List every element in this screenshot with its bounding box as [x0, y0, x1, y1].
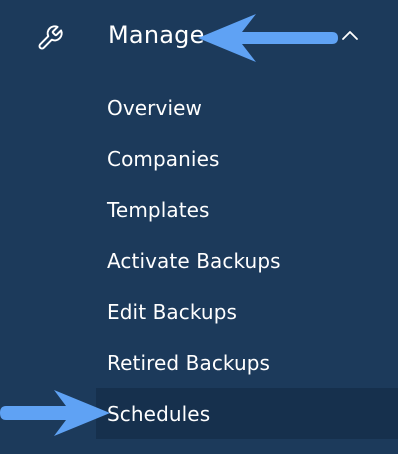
menu-item-activate-backups[interactable]: Activate Backups [0, 235, 398, 286]
menu-item-schedules[interactable]: Schedules [96, 388, 398, 439]
menu-item-retired-backups[interactable]: Retired Backups [0, 337, 398, 388]
menu-item-companies[interactable]: Companies [0, 133, 398, 184]
manage-submenu: Overview Companies Templates Activate Ba… [0, 82, 398, 439]
chevron-up-icon[interactable] [340, 28, 360, 42]
menu-item-overview[interactable]: Overview [0, 82, 398, 133]
arrow-left-annotation [198, 14, 338, 62]
sidebar-nav: Manage Overview Companies Templates Acti… [0, 0, 398, 454]
section-title: Manage [108, 21, 205, 49]
menu-item-edit-backups[interactable]: Edit Backups [0, 286, 398, 337]
menu-item-templates[interactable]: Templates [0, 184, 398, 235]
arrow-right-annotation [0, 390, 110, 436]
wrench-icon [38, 25, 63, 50]
